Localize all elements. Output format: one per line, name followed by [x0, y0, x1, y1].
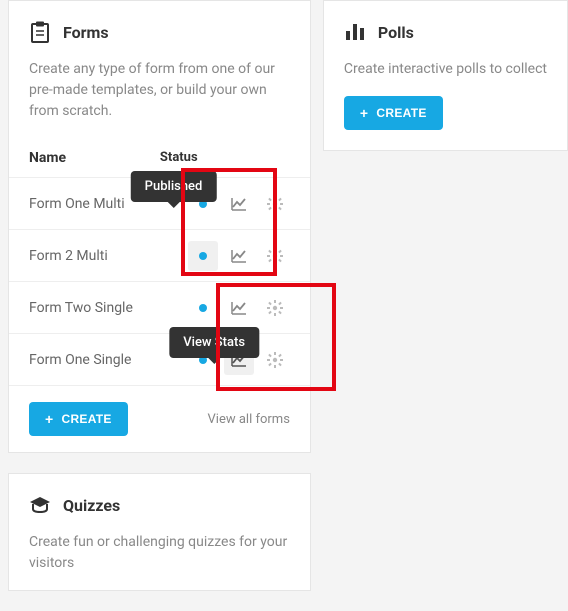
forms-title: Forms — [63, 23, 109, 42]
bar-chart-icon — [344, 21, 366, 43]
status-dot-button[interactable] — [188, 293, 218, 323]
quizzes-header: Quizzes — [9, 474, 310, 532]
forms-description: Create any type of form from one of our … — [9, 59, 310, 138]
forms-card: Forms Create any type of form from one o… — [8, 0, 311, 453]
polls-title: Polls — [378, 23, 414, 42]
table-row: Form One Single View Stats — [9, 334, 310, 386]
clipboard-icon — [29, 21, 51, 43]
settings-button[interactable] — [260, 345, 290, 375]
polls-card: Polls Create interactive polls to collec… — [323, 0, 568, 151]
create-label: CREATE — [61, 412, 111, 426]
stats-button[interactable] — [224, 189, 254, 219]
col-name: Name — [29, 150, 160, 166]
polls-header: Polls — [324, 1, 567, 59]
form-name: Form 2 Multi — [29, 248, 160, 264]
quizzes-card: Quizzes Create fun or challenging quizze… — [8, 473, 311, 591]
chart-icon — [231, 249, 247, 263]
form-name: Form Two Single — [29, 300, 160, 316]
create-form-button[interactable]: + CREATE — [29, 402, 128, 436]
status-dot-icon — [199, 252, 207, 260]
table-row: Form Two Single — [9, 282, 310, 334]
settings-button[interactable] — [260, 189, 290, 219]
plus-icon: + — [360, 106, 368, 120]
chart-icon — [231, 197, 247, 211]
forms-table: Name Status Form One Multi Published — [9, 138, 310, 386]
settings-button[interactable] — [260, 293, 290, 323]
stats-button[interactable] — [224, 293, 254, 323]
settings-button[interactable] — [260, 241, 290, 271]
gear-icon — [267, 196, 283, 212]
plus-icon: + — [45, 412, 53, 426]
create-label: CREATE — [376, 106, 426, 120]
forms-footer: + CREATE View all forms — [9, 386, 310, 452]
polls-description: Create interactive polls to collect — [324, 59, 567, 96]
table-row: Form 2 Multi — [9, 230, 310, 282]
gear-icon — [267, 352, 283, 368]
col-status: Status — [160, 150, 290, 165]
view-all-forms-link[interactable]: View all forms — [208, 412, 290, 427]
stats-button[interactable] — [224, 241, 254, 271]
form-name: Form One Single — [29, 352, 160, 368]
quizzes-description: Create fun or challenging quizzes for yo… — [9, 532, 310, 590]
graduation-cap-icon — [29, 494, 51, 516]
status-dot-icon — [199, 304, 207, 312]
create-poll-button[interactable]: + CREATE — [344, 96, 443, 130]
gear-icon — [267, 248, 283, 264]
chart-icon — [231, 301, 247, 315]
forms-header: Forms — [9, 1, 310, 59]
gear-icon — [267, 300, 283, 316]
tooltip-viewstats: View Stats — [169, 327, 259, 358]
status-dot-button[interactable] — [188, 241, 218, 271]
tooltip-published: Published — [131, 171, 217, 202]
table-row: Form One Multi Published — [9, 178, 310, 230]
quizzes-title: Quizzes — [63, 496, 120, 515]
